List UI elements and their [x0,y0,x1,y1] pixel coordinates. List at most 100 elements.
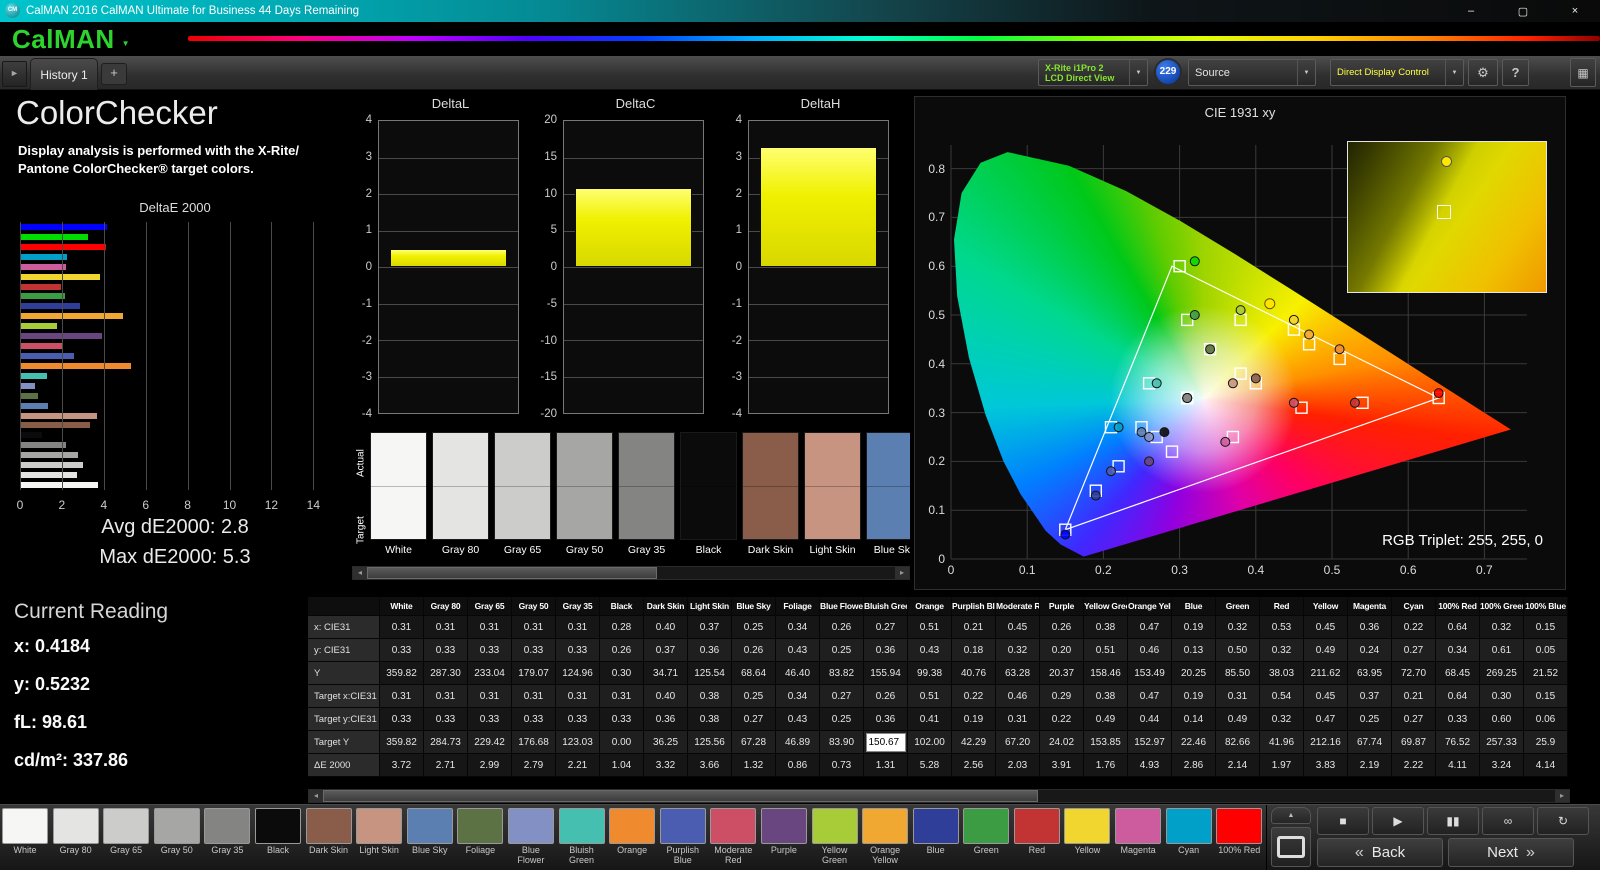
scrollbar-track[interactable] [367,567,895,579]
layout-panel-button[interactable]: ▦ [1570,58,1596,87]
strip-swatch-gray-50: Gray 50 [556,432,613,564]
patch-button-light-skin[interactable]: Light Skin [356,808,403,870]
patch-button-yellow-green[interactable]: Yellow Green [811,808,858,870]
patch-button-cyan[interactable]: Cyan [1165,808,1212,870]
patch-button-gray-80[interactable]: Gray 80 [52,808,99,870]
scroll-left-icon[interactable]: ◂ [309,790,323,802]
table-cell: 0.27 [864,616,908,639]
close-button[interactable]: × [1562,5,1588,17]
patch-color-swatch [457,808,504,844]
scrollbar-thumb[interactable] [323,790,1038,802]
deltae-bar-black [20,432,42,439]
maximize-button[interactable]: ▢ [1510,5,1536,18]
settings-button[interactable]: ⚙ [1468,59,1498,86]
target-y-input[interactable] [865,733,906,752]
patch-button-100pct-red[interactable]: 100% Red [1216,808,1263,870]
patch-button-orange-yellow[interactable]: Orange Yellow [862,808,909,870]
patch-button-orange[interactable]: Orange [609,808,656,870]
patch-button-blue-sky[interactable]: Blue Sky [406,808,453,870]
deltae-bar-white [20,481,98,488]
patch-label: White [13,846,37,855]
patch-button-red[interactable]: Red [1013,808,1060,870]
table-cell: 0.31 [556,616,600,639]
add-tab-button[interactable]: + [101,63,127,85]
patch-button-magenta[interactable]: Magenta [1115,808,1162,870]
grid-line [145,222,147,490]
transport-refresh-button[interactable]: ↻ [1537,807,1589,835]
column-header-100pct-blue: 100% Blue [1524,597,1568,616]
patch-button-purple[interactable]: Purple [760,808,807,870]
patch-button-gray-65[interactable]: Gray 65 [103,808,150,870]
patch-button-green[interactable]: Green [963,808,1010,870]
back-button[interactable]: « Back [1317,838,1443,867]
measured-marker-100pct-blue [1060,529,1071,540]
table-scrollbar[interactable]: ◂ ▸ [308,789,1570,803]
table-cell: 38.03 [1260,662,1304,685]
patch-button-yellow[interactable]: Yellow [1064,808,1111,870]
calman-logo-menu[interactable]: CalMAN ▼ [0,22,196,56]
patch-label: Purplish Blue [666,846,699,865]
patch-button-blue-flower[interactable]: Blue Flower [507,808,554,870]
scrollbar-track[interactable] [323,790,1555,802]
patch-button-gray-50[interactable]: Gray 50 [153,808,200,870]
table-cell: 3.91 [1040,754,1084,777]
avg-de2000-value: Avg dE2000: 2.8 [101,516,249,538]
table-cell: 0.25 [1348,708,1392,731]
patch-button-purplish-blue[interactable]: Purplish Blue [659,808,706,870]
patch-button-white[interactable]: White [2,808,48,870]
column-header-black: Black [600,597,644,616]
display-control-dropdown[interactable]: Direct Display Control ▼ [1330,59,1464,86]
next-button[interactable]: Next » [1448,838,1574,867]
swatch-strip-scrollbar[interactable]: ◂ ▸ [352,566,910,580]
measured-marker-orange-yellow [1304,329,1315,340]
deltah-y-axis: 4 3 2 1 0 -1 -2 -3 -4 [718,114,744,420]
patch-button-black[interactable]: Black [254,808,301,870]
reading-count-badge[interactable]: 229 [1154,58,1182,86]
table-cell: 34.71 [644,662,688,685]
axis-tick-label: 8 [184,498,191,512]
scroll-left-icon[interactable]: ◂ [353,567,367,579]
table-cell: 36.25 [644,731,688,754]
patch-button-dark-skin[interactable]: Dark Skin [305,808,352,870]
axis-tick-label: 2 [365,187,372,200]
scroll-right-icon[interactable]: ▸ [895,567,909,579]
patch-label: 100% Red [1218,846,1261,855]
table-cell: 0.31 [512,685,556,708]
deltae-bar-100pct-blue [20,224,107,230]
scrollbar-thumb[interactable] [367,567,658,579]
patch-button-gray-35[interactable]: Gray 35 [204,808,251,870]
patch-button-bluish-green[interactable]: Bluish Green [558,808,605,870]
swatch-label: Gray 50 [565,544,604,556]
pattern-window-button[interactable] [1271,827,1311,867]
table-cell: 153.85 [1084,731,1128,754]
scroll-right-icon[interactable]: ▸ [1555,790,1569,802]
minimize-button[interactable]: – [1458,5,1484,17]
transport-stop-button[interactable]: ■ [1317,807,1369,835]
help-button[interactable]: ? [1502,59,1529,86]
transport-continuous-button[interactable]: ∞ [1482,807,1534,835]
table-cell: 0.28 [600,616,644,639]
table-cell: 125.54 [688,662,732,685]
column-header-white: White [380,597,424,616]
patch-button-blue[interactable]: Blue [912,808,959,870]
workflow-nav-button[interactable]: ► [2,61,27,87]
chevrons-left-icon: « [1354,843,1364,861]
transport-pause-button[interactable]: ▮▮ [1427,807,1479,835]
axis-tick-label: -15 [540,371,557,384]
source-dropdown[interactable]: Source ▼ [1188,59,1316,86]
table-cell: 0.27 [732,708,776,731]
deltae-bar-gray-80 [20,472,77,479]
deltae-bar-gray-50 [20,452,79,459]
patch-button-moderate-red[interactable]: Moderate Red [710,808,757,870]
grid-line [379,157,518,159]
collapse-panel-button[interactable]: ▲ [1271,807,1311,824]
description-line-1: Display analysis is performed with the X… [18,143,300,158]
table-cell: 0.21 [1392,685,1436,708]
table-cell: 0.32 [1480,616,1524,639]
column-header-purplish-blue: Purplish Blue [952,597,996,616]
patch-button-foliage[interactable]: Foliage [457,808,504,870]
transport-play-button[interactable]: ▶ [1372,807,1424,835]
tab-history-1[interactable]: History 1 [30,58,98,90]
meter-dropdown[interactable]: X-Rite i1Pro 2 LCD Direct View ▼ [1038,59,1148,86]
table-cell: 0.36 [688,639,732,662]
